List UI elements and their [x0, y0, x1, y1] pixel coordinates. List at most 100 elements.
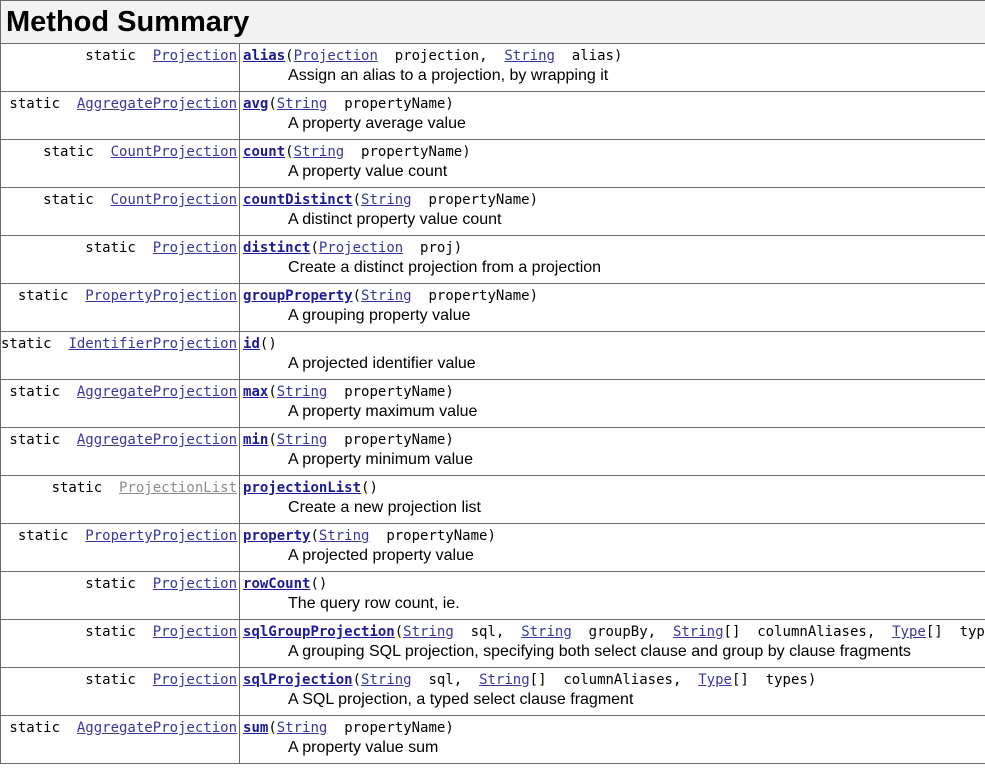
table-row: static Projection sqlGroupProjection(Stri… — [0, 619, 985, 668]
method-link[interactable]: min — [243, 432, 268, 448]
method-detail-cell: max(String propertyName) A property maxim… — [239, 379, 985, 428]
return-type-link[interactable]: CountProjection — [111, 144, 237, 160]
param-type-link[interactable]: Projection — [294, 48, 378, 64]
table-row: static AggregateProjection sum(String pro… — [0, 715, 985, 764]
return-type-link[interactable]: Projection — [153, 48, 237, 64]
return-type-code: static AggregateProjection — [1, 716, 239, 737]
method-signature: count(String propertyName) — [243, 144, 471, 160]
table-row: static Projection rowCount() The query row… — [0, 571, 985, 620]
param-name: proj — [420, 240, 454, 256]
method-description: A distinct property value count — [288, 211, 502, 228]
param-type-link[interactable]: String — [277, 384, 328, 400]
array-brackets: [] — [925, 624, 943, 640]
param-type-link[interactable]: String — [319, 528, 370, 544]
method-detail-cell: property(String propertyName) A projected… — [239, 523, 985, 572]
method-link[interactable]: max — [243, 384, 268, 400]
return-type-code: static CountProjection — [1, 140, 239, 161]
table-row: static PropertyProjection property(String… — [0, 523, 985, 572]
modifier-keyword: static — [43, 144, 94, 160]
param-type-link[interactable]: Type — [698, 672, 732, 688]
return-type-code: static CountProjection — [1, 188, 239, 209]
return-type-code: static AggregateProjection — [1, 380, 239, 401]
method-link[interactable]: distinct — [243, 240, 310, 256]
method-detail-cell: id() A projected identifier value — [239, 331, 985, 380]
return-type-link[interactable]: Projection — [153, 624, 237, 640]
method-link[interactable]: count — [243, 144, 285, 160]
table-row: static ProjectionList projectionList() Cre… — [0, 475, 985, 524]
table-row: static Projection alias(Projection projec… — [0, 43, 985, 92]
return-type-link[interactable]: AggregateProjection — [77, 720, 237, 736]
return-type-cell: static Projection — [0, 571, 241, 620]
return-type-link[interactable]: AggregateProjection — [77, 432, 237, 448]
return-type-cell: static CountProjection — [0, 187, 241, 236]
param-name: projection — [394, 48, 480, 64]
return-type-link[interactable]: AggregateProjection — [77, 384, 237, 400]
param-type-link[interactable]: String — [294, 144, 345, 160]
method-link[interactable]: sqlProjection — [243, 672, 353, 688]
param-type-link[interactable]: String — [521, 624, 572, 640]
method-detail-cell: rowCount() The query row count, ie. — [239, 571, 985, 620]
return-type-link[interactable]: Projection — [153, 576, 237, 592]
method-description: A property minimum value — [288, 451, 473, 468]
method-link[interactable]: sum — [243, 720, 268, 736]
method-signature: sum(String propertyName) — [243, 720, 454, 736]
param-name: sql — [428, 672, 454, 688]
return-type-link[interactable]: Projection — [153, 672, 237, 688]
param-type-link[interactable]: String — [277, 96, 328, 112]
table-row: static CountProjection countDistinct(Stri… — [0, 187, 985, 236]
return-type-link[interactable]: PropertyProjection — [85, 288, 237, 304]
table-row: static Projection sqlProjection(String sq… — [0, 667, 985, 716]
param-type-link[interactable]: Type — [892, 624, 926, 640]
method-signature: distinct(Projection proj) — [243, 240, 463, 256]
method-link[interactable]: sqlGroupProjection — [243, 624, 395, 640]
method-link[interactable]: id — [243, 336, 260, 352]
return-type-code: static Projection — [1, 620, 239, 641]
method-link[interactable]: avg — [243, 96, 268, 112]
param-name: sql — [470, 624, 496, 640]
return-type-link[interactable]: IdentifierProjection — [68, 336, 237, 352]
method-link[interactable]: alias — [243, 48, 285, 64]
return-type-link[interactable]: AggregateProjection — [77, 96, 237, 112]
param-type-link[interactable]: String — [361, 192, 412, 208]
param-name: propertyName — [361, 144, 463, 160]
return-type-code: static Projection — [1, 668, 239, 689]
method-description: A property maximum value — [288, 403, 478, 420]
param-type-link[interactable]: String — [673, 624, 724, 640]
return-type-link[interactable]: Projection — [153, 240, 237, 256]
return-type-code: static IdentifierProjection — [1, 332, 239, 353]
method-signature: rowCount() — [243, 576, 328, 592]
method-description: Create a new projection list — [288, 499, 481, 516]
method-summary-body: Method Summary static Projection alias(Pr… — [0, 0, 985, 764]
return-type-cell: static CountProjection — [0, 139, 241, 188]
method-signature: sqlProjection(String sql, String[] colum… — [243, 672, 817, 688]
page-title: Method Summary — [6, 6, 250, 38]
param-name: propertyName — [386, 528, 488, 544]
param-type-link[interactable]: String — [361, 288, 412, 304]
return-type-cell: static ProjectionList — [0, 475, 241, 524]
param-name: propertyName — [428, 192, 530, 208]
array-brackets: [] — [723, 624, 741, 640]
param-type-link[interactable]: String — [403, 624, 454, 640]
method-description: A property average value — [288, 115, 466, 132]
return-type-cell: static Projection — [0, 667, 241, 716]
method-summary-table: Method Summary static Projection alias(Pr… — [0, 0, 985, 764]
param-type-link[interactable]: Projection — [319, 240, 403, 256]
method-link[interactable]: groupProperty — [243, 288, 353, 304]
param-type-link[interactable]: String — [277, 720, 328, 736]
param-name: types — [959, 624, 985, 640]
method-link[interactable]: rowCount — [243, 576, 310, 592]
return-type-link[interactable]: CountProjection — [111, 192, 237, 208]
param-type-link[interactable]: String — [504, 48, 555, 64]
param-type-link[interactable]: String — [277, 432, 328, 448]
return-type-code: static Projection — [1, 236, 239, 257]
return-type-code: static AggregateProjection — [1, 428, 239, 449]
method-signature: sqlGroupProjection(String sql, String gr… — [240, 620, 985, 641]
return-type-link[interactable]: ProjectionList — [119, 480, 237, 496]
method-link[interactable]: countDistinct — [243, 192, 353, 208]
param-name: propertyName — [344, 720, 446, 736]
method-link[interactable]: projectionList — [243, 480, 361, 496]
param-type-link[interactable]: String — [479, 672, 530, 688]
param-type-link[interactable]: String — [361, 672, 412, 688]
return-type-link[interactable]: PropertyProjection — [85, 528, 237, 544]
method-link[interactable]: property — [243, 528, 310, 544]
